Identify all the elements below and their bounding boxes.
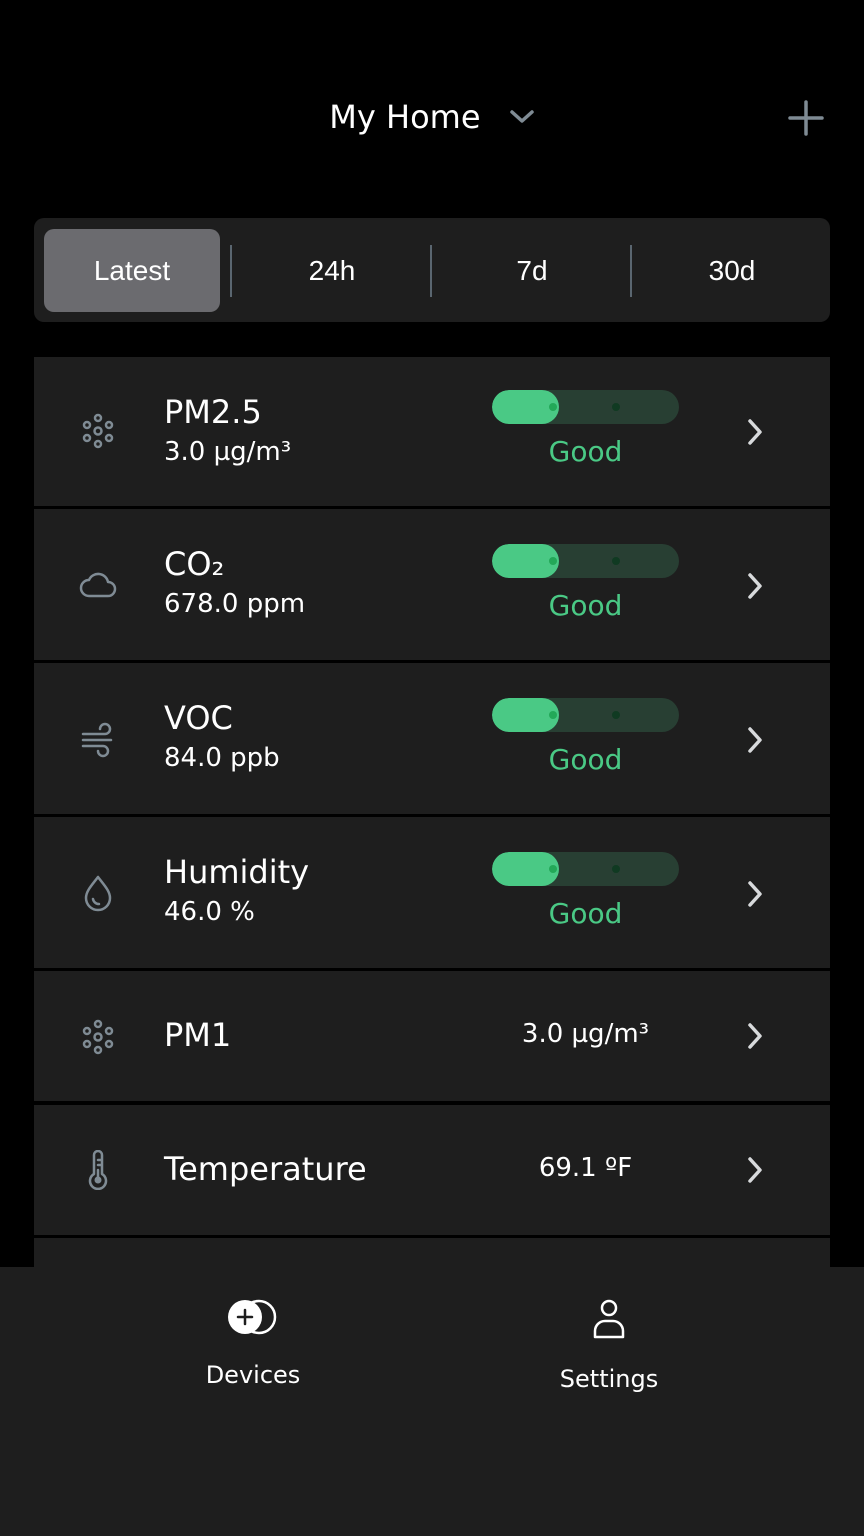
thermometer-icon <box>88 1150 108 1190</box>
plus-icon[interactable] <box>788 100 824 136</box>
devices-icon <box>228 1299 277 1335</box>
wind-icon <box>81 722 113 758</box>
chevron-down-icon <box>509 110 534 123</box>
tab-7d[interactable]: 7d <box>444 229 620 312</box>
tab-latest[interactable]: Latest <box>44 229 220 312</box>
home-selector[interactable]: My Home <box>0 96 864 136</box>
particles-icon <box>82 413 114 449</box>
tab-divider <box>230 245 232 297</box>
chevron-right-icon <box>748 419 762 445</box>
bar-marker <box>612 403 620 411</box>
metric-row-co2[interactable]: CO₂ 678.0 ppm Good <box>34 509 830 660</box>
metric-value: 69.1 ºF <box>538 1153 633 1183</box>
bar-marker <box>549 403 557 411</box>
header: My Home <box>0 0 864 200</box>
cloud-icon <box>79 572 117 598</box>
metric-value: 46.0 % <box>164 897 255 927</box>
metric-row-voc[interactable]: VOC 84.0 ppb Good <box>34 663 830 814</box>
chevron-right-icon <box>748 881 762 907</box>
bar-marker <box>549 711 557 719</box>
metric-row-temperature[interactable]: Temperature 69.1 ºF <box>34 1105 830 1235</box>
nav-label: Devices <box>205 1361 301 1389</box>
metric-row-pm1[interactable]: PM1 3.0 µg/m³ <box>34 971 830 1101</box>
time-range-tabs: Latest 24h 7d 30d <box>34 218 830 322</box>
status-label: Good <box>548 897 623 930</box>
metric-name: PM1 <box>164 1016 232 1054</box>
metric-name: CO₂ <box>164 545 225 583</box>
metric-row-pm25[interactable]: PM2.5 3.0 µg/m³ Good <box>34 357 830 506</box>
metric-value: 3.0 µg/m³ <box>164 437 292 467</box>
tab-30d[interactable]: 30d <box>644 229 820 312</box>
metric-value: 3.0 µg/m³ <box>521 1019 650 1049</box>
metric-row-humidity[interactable]: Humidity 46.0 % Good <box>34 817 830 968</box>
particles-icon <box>82 1019 114 1055</box>
home-title: My Home <box>329 98 481 136</box>
status-label: Good <box>548 435 623 468</box>
metric-value: 84.0 ppb <box>164 743 280 773</box>
droplet-icon <box>84 875 112 912</box>
tab-divider <box>430 245 432 297</box>
metric-name: VOC <box>164 699 233 737</box>
air-quality-bar <box>492 852 679 886</box>
bar-marker <box>549 865 557 873</box>
bottom-nav: Devices Settings <box>0 1267 864 1536</box>
chevron-right-icon <box>748 1023 762 1049</box>
metric-name: PM2.5 <box>164 393 262 431</box>
air-quality-bar <box>492 544 679 578</box>
nav-devices[interactable]: Devices <box>153 1297 353 1389</box>
air-quality-bar <box>492 390 679 424</box>
user-icon <box>593 1299 625 1339</box>
bar-marker <box>612 865 620 873</box>
bar-marker <box>549 557 557 565</box>
bar-marker <box>612 557 620 565</box>
tab-divider <box>630 245 632 297</box>
status-label: Good <box>548 743 623 776</box>
metric-name: Humidity <box>164 853 310 891</box>
nav-settings[interactable]: Settings <box>509 1297 709 1393</box>
metric-name: Temperature <box>164 1150 367 1188</box>
bar-marker <box>612 711 620 719</box>
nav-label: Settings <box>559 1365 659 1393</box>
air-quality-bar <box>492 698 679 732</box>
chevron-right-icon <box>748 727 762 753</box>
metric-value: 678.0 ppm <box>164 589 306 619</box>
chevron-right-icon <box>748 1157 762 1183</box>
status-label: Good <box>548 589 623 622</box>
chevron-right-icon <box>748 573 762 599</box>
tab-24h[interactable]: 24h <box>244 229 420 312</box>
